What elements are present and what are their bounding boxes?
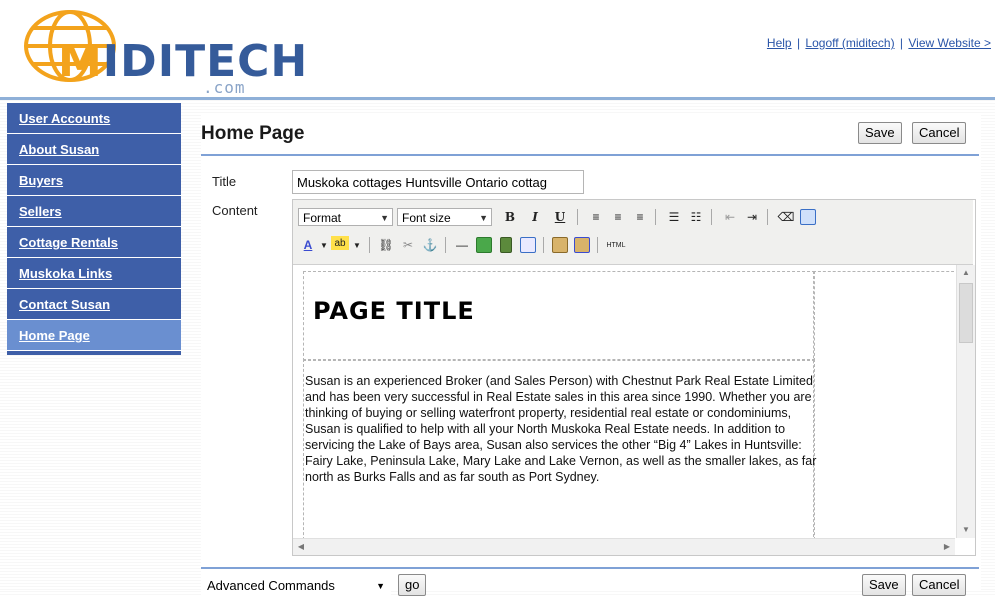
advanced-commands-select[interactable]: Advanced Commands ▼ (201, 575, 391, 597)
numbered-list-icon[interactable]: ☷ (687, 208, 705, 226)
toolbar-separator (543, 237, 544, 253)
paste-word-icon[interactable] (573, 236, 591, 254)
advanced-commands-value: Advanced Commands (207, 578, 335, 593)
main-panel: Home Page Save Cancel Title Content Form… (201, 113, 981, 597)
unlink-icon[interactable]: ✂ (399, 236, 417, 254)
scroll-left-icon[interactable]: ◀ (293, 539, 309, 555)
sidebar-item-cottage-rentals[interactable]: Cottage Rentals (7, 227, 181, 258)
top-links: Help | Logoff (miditech) | View Website … (767, 36, 991, 50)
cancel-button-bottom[interactable]: Cancel (912, 574, 967, 596)
align-right-icon[interactable]: ≡ (631, 208, 649, 226)
html-button[interactable]: HTML (604, 236, 628, 254)
insert-table-icon[interactable] (519, 236, 537, 254)
format-select-value: Format (303, 211, 342, 225)
sidebar-item-home-page[interactable]: Home Page (7, 320, 181, 351)
link-separator: | (899, 36, 904, 50)
layout-cell (813, 271, 954, 538)
editor-toolbar: Format ▼ Font size ▼ B I U ≡ ≡ ≡ ☰ ☷ ⇤ ⇥ ⌫… (293, 200, 973, 265)
insert-media-icon[interactable] (497, 236, 515, 254)
help-link[interactable]: Help (767, 36, 792, 50)
logo-dotcom: .com (203, 78, 246, 97)
toolbar-separator (655, 209, 656, 225)
title-label: Title (212, 174, 237, 189)
italic-button[interactable]: I (526, 208, 544, 226)
logo-letter-m: M (58, 36, 103, 87)
scroll-up-icon[interactable]: ▲ (957, 265, 975, 281)
link-separator: | (796, 36, 801, 50)
horizontal-rule-icon[interactable]: — (453, 236, 471, 254)
underline-button[interactable]: U (551, 208, 569, 226)
cancel-button[interactable]: Cancel (912, 122, 967, 144)
paste-text-icon[interactable] (551, 236, 569, 254)
bottom-divider (201, 567, 979, 569)
content-label: Content (212, 203, 258, 218)
content-heading: PAGE TITLE (313, 297, 475, 325)
scroll-right-icon[interactable]: ▶ (939, 539, 955, 555)
toolbar-separator (597, 237, 598, 253)
chevron-down-icon[interactable]: ▼ (348, 236, 366, 254)
bold-button[interactable]: B (501, 208, 519, 226)
view-website-link[interactable]: View Website > (908, 36, 991, 50)
link-icon[interactable]: ⛓ (377, 236, 395, 254)
scroll-thumb[interactable] (959, 283, 973, 343)
toolbar-separator (445, 237, 446, 253)
page-title: Home Page (201, 123, 305, 144)
format-select[interactable]: Format ▼ (298, 208, 393, 226)
align-center-icon[interactable]: ≡ (609, 208, 627, 226)
miditech-logo[interactable]: MIDITECH .com (18, 6, 307, 97)
save-button[interactable]: Save (858, 122, 902, 144)
bullet-list-icon[interactable]: ☰ (665, 208, 683, 226)
go-button[interactable]: go (398, 574, 427, 596)
logoff-link[interactable]: Logoff (miditech) (805, 36, 894, 50)
source-view-icon[interactable] (799, 208, 817, 226)
indent-icon[interactable]: ⇥ (743, 208, 761, 226)
save-button-bottom[interactable]: Save (862, 574, 906, 596)
rich-text-editor: Format ▼ Font size ▼ B I U ≡ ≡ ≡ ☰ ☷ ⇤ ⇥ ⌫… (292, 199, 976, 556)
vertical-scrollbar[interactable]: ▲ ▼ (956, 265, 975, 538)
font-size-select-value: Font size (402, 211, 451, 225)
editor-content-area[interactable]: PAGE TITLE Susan is an experienced Broke… (293, 265, 954, 538)
font-size-select[interactable]: Font size ▼ (397, 208, 492, 226)
horizontal-scrollbar[interactable]: ◀ ▶ (293, 538, 955, 555)
sidebar-item-buyers[interactable]: Buyers (7, 165, 181, 196)
chevron-down-icon: ▼ (376, 581, 385, 591)
sidebar-bottom-edge (7, 351, 181, 355)
sidebar-item-contact-susan[interactable]: Contact Susan (7, 289, 181, 320)
content-paragraph: Susan is an experienced Broker (and Sale… (305, 374, 817, 484)
sidebar-item-sellers[interactable]: Sellers (7, 196, 181, 227)
sidebar-nav: User Accounts About Susan Buyers Sellers… (7, 103, 181, 355)
chevron-down-icon: ▼ (380, 213, 389, 223)
toolbar-separator (369, 237, 370, 253)
sidebar-item-muskoka-links[interactable]: Muskoka Links (7, 258, 181, 289)
toolbar-separator (711, 209, 712, 225)
eraser-icon[interactable]: ⌫ (777, 208, 795, 226)
header: MIDITECH .com Help | Logoff (miditech) |… (0, 0, 995, 100)
anchor-icon[interactable]: ⚓ (421, 236, 439, 254)
insert-image-icon[interactable] (475, 236, 493, 254)
toolbar-separator (767, 209, 768, 225)
sidebar-item-user-accounts[interactable]: User Accounts (7, 103, 181, 134)
logo-wordmark: MIDITECH (58, 36, 308, 87)
chevron-down-icon: ▼ (479, 213, 488, 223)
title-input[interactable] (292, 170, 584, 194)
highlight-color-icon[interactable]: ab (331, 236, 349, 250)
header-divider (0, 97, 995, 100)
align-left-icon[interactable]: ≡ (587, 208, 605, 226)
title-divider (201, 154, 979, 156)
outdent-icon[interactable]: ⇤ (721, 208, 739, 226)
scroll-down-icon[interactable]: ▼ (957, 522, 975, 538)
sidebar-item-about-susan[interactable]: About Susan (7, 134, 181, 165)
toolbar-separator (577, 209, 578, 225)
